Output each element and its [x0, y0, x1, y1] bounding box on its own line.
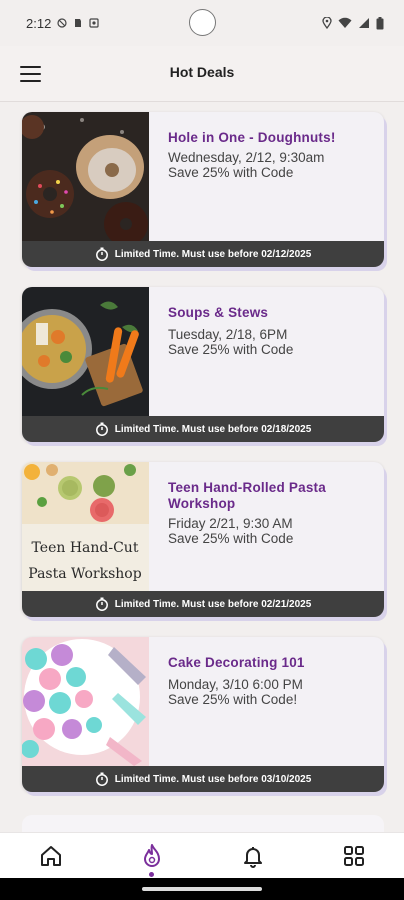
deal-discount: Save 25% with Code: [168, 342, 294, 357]
deal-card[interactable]: Teen Hand-Cut Pasta Workshop Teen Hand-R…: [22, 462, 384, 617]
stopwatch-icon: [95, 247, 108, 261]
deal-card[interactable]: Hole in One - Doughnuts! Wednesday, 2/12…: [22, 112, 384, 267]
deal-title: Cake Decorating 101: [168, 655, 305, 670]
deal-date: Wednesday, 2/12, 9:30am: [168, 150, 325, 165]
alarm-off-icon: [57, 18, 67, 28]
bottom-nav: [0, 832, 404, 878]
bell-icon: [243, 846, 262, 868]
deal-title: Teen Hand-Rolled Pasta Workshop: [168, 480, 326, 511]
hamburger-icon-line: [20, 80, 41, 82]
stopwatch-icon: [95, 597, 108, 611]
deal-expiry-banner: Limited Time. Must use before 02/12/2025: [22, 241, 384, 267]
battery-icon: [376, 16, 384, 29]
deal-discount: Save 25% with Code!: [168, 692, 298, 707]
deal-date: Tuesday, 2/18, 6PM: [168, 327, 288, 342]
signal-icon: [359, 18, 369, 28]
nav-home[interactable]: [21, 833, 81, 879]
deals-list[interactable]: Hole in One - Doughnuts! Wednesday, 2/12…: [22, 112, 390, 812]
notification-app-icon: [89, 18, 99, 28]
deal-card[interactable]: Soups & Stews Tuesday, 2/18, 6PM Save 25…: [22, 287, 384, 442]
home-icon: [40, 845, 61, 866]
deal-image-soups: [22, 287, 149, 416]
deal-title: Hole in One - Doughnuts!: [168, 130, 336, 145]
flame-icon: [143, 843, 160, 867]
pasta-image-caption-1: Teen Hand-Cut: [32, 540, 139, 556]
stopwatch-icon: [95, 772, 108, 786]
grid-icon: [343, 845, 364, 866]
deal-card[interactable]: Cake Decorating 101 Monday, 3/10 6:00 PM…: [22, 637, 384, 792]
deal-image-pasta: Teen Hand-Cut Pasta Workshop: [22, 462, 149, 591]
deal-expiry-banner: Limited Time. Must use before 03/10/2025: [22, 766, 384, 792]
active-indicator: [149, 871, 154, 877]
deal-info: Hole in One - Doughnuts! Wednesday, 2/12…: [168, 130, 376, 180]
app-header: Hot Deals: [0, 46, 404, 102]
deal-date: Friday 2/21, 9:30 AM: [168, 516, 293, 531]
status-time: 2:12: [26, 15, 52, 31]
deal-expiry-banner: Limited Time. Must use before 02/21/2025: [22, 591, 384, 617]
deal-expiry-text: Limited Time. Must use before 02/12/2025: [114, 248, 312, 260]
deal-discount: Save 25% with Code: [168, 165, 294, 180]
location-icon: [322, 17, 332, 29]
deal-image-cake: [22, 637, 149, 766]
deal-expiry-text: Limited Time. Must use before 02/18/2025: [114, 423, 312, 435]
deal-info: Soups & Stews Tuesday, 2/18, 6PM Save 25…: [168, 305, 376, 357]
deal-info: Teen Hand-Rolled Pasta Workshop Friday 2…: [168, 480, 376, 546]
wifi-icon: [338, 17, 352, 28]
page-title: Hot Deals: [169, 64, 235, 80]
home-gesture-pill[interactable]: [142, 887, 262, 891]
deal-discount: Save 25% with Code: [168, 531, 294, 546]
gesture-bar: [0, 878, 404, 900]
nav-hot-deals[interactable]: [122, 833, 182, 879]
pasta-image-caption-2: Pasta Workshop: [28, 566, 141, 582]
sd-card-icon: [75, 19, 82, 27]
stopwatch-icon: [95, 422, 108, 436]
nav-notifications[interactable]: [223, 833, 283, 879]
deal-title: Soups & Stews: [168, 305, 269, 320]
nav-more[interactable]: [324, 833, 384, 879]
deal-info: Cake Decorating 101 Monday, 3/10 6:00 PM…: [168, 655, 376, 707]
deal-image-doughnuts: [22, 112, 149, 241]
deal-expiry-text: Limited Time. Must use before 03/10/2025: [114, 773, 312, 785]
camera-cutout: [189, 9, 216, 36]
deal-expiry-banner: Limited Time. Must use before 02/18/2025: [22, 416, 384, 442]
deal-date: Monday, 3/10 6:00 PM: [168, 677, 303, 692]
deal-expiry-text: Limited Time. Must use before 02/21/2025: [114, 598, 312, 610]
